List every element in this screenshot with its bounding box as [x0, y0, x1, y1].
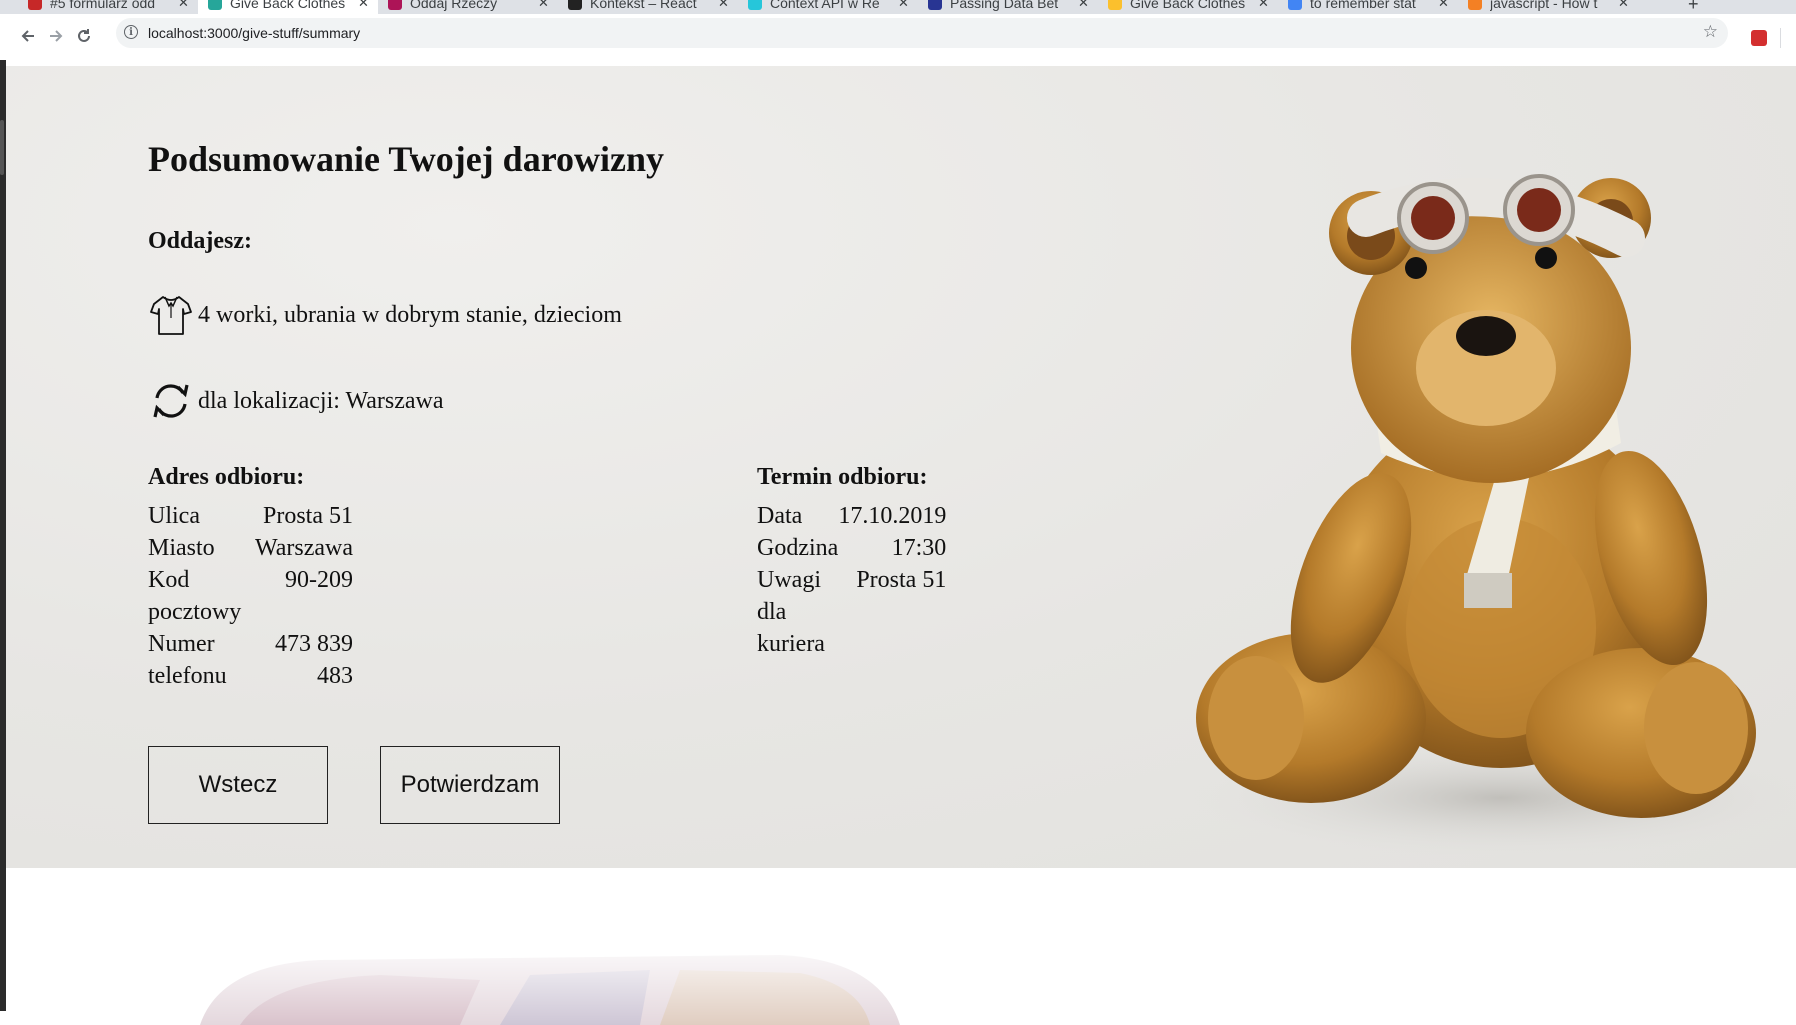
city-value: Warszawa	[254, 535, 353, 561]
confirm-button[interactable]: Potwierdzam	[380, 746, 560, 824]
page: Podsumowanie Twojej darowizny Oddajesz: …	[0, 60, 1796, 1025]
tab-title: Give Back Clothes	[1130, 0, 1246, 11]
url-text[interactable]: localhost:3000/give-stuff/summary	[148, 25, 360, 41]
address-heading: Adres odbioru:	[148, 464, 305, 490]
address-table: Ulica Prosta 51 Miasto Warszawa Kod poczto…	[148, 500, 353, 692]
tab-favicon-icon	[28, 0, 42, 10]
tab-favicon-icon	[388, 0, 402, 10]
date-label: Data	[757, 503, 803, 529]
tab-close-icon[interactable]: ✕	[718, 0, 729, 11]
tab-title: to remember stat	[1310, 0, 1416, 11]
tshirt-icon	[150, 296, 192, 335]
postcode-label: Kod pocztowy	[148, 567, 242, 625]
tab-3[interactable]: Kontekst – React ✕	[558, 0, 738, 14]
tab-favicon-icon	[1108, 0, 1122, 10]
tab-4[interactable]: Context API w Re ✕	[738, 0, 918, 14]
tab-strip: javascript - How t ✕ to remember stat ✕ Give…	[0, 0, 1796, 14]
phone-value: 473 839 483	[275, 631, 353, 689]
phone-label: Numer telefonu	[148, 631, 227, 689]
forward-arrow-icon[interactable]	[44, 24, 68, 48]
notes-value: Prosta 51	[856, 567, 947, 593]
tab-7[interactable]: to remember stat ✕	[1278, 0, 1458, 14]
tab-5[interactable]: Passing Data Bet ✕	[918, 0, 1098, 14]
recycle-icon	[153, 384, 189, 418]
tab-close-icon[interactable]: ✕	[1618, 0, 1629, 11]
tab-close-icon[interactable]: ✕	[178, 0, 189, 11]
time-value: 17:30	[891, 535, 947, 561]
items-text: 4 worki, ubrania w dobrym stanie, dzieci…	[198, 301, 622, 328]
browser-toolbar: i localhost:3000/give-stuff/summary ☆	[0, 14, 1796, 60]
tab-favicon-icon	[208, 0, 222, 10]
teddy-bear-image	[1191, 174, 1796, 858]
tab-6[interactable]: Give Back Clothes ✕	[1098, 0, 1278, 14]
table-row: Godzina 17:30	[757, 532, 946, 564]
table-row: Ulica Prosta 51	[148, 500, 353, 532]
scroll-nub	[0, 120, 4, 175]
table-row: Uwagi dla kuriera Prosta 51	[757, 564, 946, 660]
tab-title: Passing Data Bet	[950, 0, 1059, 11]
giving-label: Oddajesz:	[148, 228, 252, 254]
tab-title: Context API w Re	[770, 0, 880, 11]
reload-icon[interactable]	[72, 24, 96, 48]
toolbar-divider	[1780, 28, 1781, 48]
location-row: dla lokalizacji: Warszawa	[148, 378, 444, 424]
clothes-pile-image	[180, 935, 900, 1025]
tab-title: Kontekst – React	[590, 0, 697, 11]
tab-2[interactable]: Oddaj Rzeczy ✕	[378, 0, 558, 14]
time-label: Godzina	[757, 535, 839, 561]
notes-label: Uwagi dla kuriera	[757, 567, 825, 657]
street-value: Prosta 51	[263, 503, 353, 529]
postcode-value: 90-209	[285, 567, 353, 593]
tab-favicon-icon	[928, 0, 942, 10]
tab-close-icon[interactable]: ✕	[358, 0, 369, 11]
page-title: Podsumowanie Twojej darowizny	[148, 139, 665, 179]
tab-0[interactable]: #5 formularz odd ✕	[18, 0, 198, 14]
back-arrow-icon[interactable]	[16, 24, 40, 48]
street-label: Ulica	[148, 503, 200, 529]
back-button[interactable]: Wstecz	[148, 746, 328, 824]
tab-title: Give Back Clothes	[230, 0, 346, 11]
city-label: Miasto	[148, 535, 215, 561]
table-row: Numer telefonu 473 839 483	[148, 628, 353, 692]
tab-close-icon[interactable]: ✕	[1078, 0, 1089, 11]
table-row: Data 17.10.2019	[757, 500, 946, 532]
tab-favicon-icon	[568, 0, 582, 10]
tab-favicon-icon	[1468, 0, 1482, 10]
extension-icon[interactable]	[1751, 30, 1767, 46]
tab-close-icon[interactable]: ✕	[898, 0, 909, 11]
tab-close-icon[interactable]: ✕	[538, 0, 549, 11]
tab-title: #5 formularz odd	[50, 0, 156, 11]
tab-title: javascript - How t	[1490, 0, 1598, 11]
tab-title: Oddaj Rzeczy	[410, 0, 498, 11]
tab-8[interactable]: javascript - How t ✕	[1458, 0, 1638, 14]
tab-favicon-icon	[1288, 0, 1302, 10]
pickup-heading: Termin odbioru:	[757, 464, 928, 490]
minimize-button[interactable]: –	[1768, 0, 1777, 8]
date-value: 17.10.2019	[838, 503, 947, 529]
location-text: dla lokalizacji: Warszawa	[198, 387, 444, 414]
star-icon[interactable]: ☆	[1703, 22, 1718, 42]
items-row: 4 worki, ubrania w dobrym stanie, dzieci…	[148, 292, 622, 338]
table-row: Kod pocztowy 90-209	[148, 564, 353, 628]
summary-section: Podsumowanie Twojej darowizny Oddajesz: …	[6, 66, 1796, 868]
tab-favicon-icon	[748, 0, 762, 10]
tab-1[interactable]: Give Back Clothes ✕	[198, 0, 378, 14]
address-bar[interactable]: i localhost:3000/give-stuff/summary ☆	[116, 18, 1728, 48]
info-icon[interactable]: i	[124, 25, 138, 39]
tab-close-icon[interactable]: ✕	[1438, 0, 1449, 11]
table-row: Miasto Warszawa	[148, 532, 353, 564]
tab-close-icon[interactable]: ✕	[1258, 0, 1269, 11]
pickup-table: Data 17.10.2019 Godzina 17:30 Uwagi dla ku…	[757, 500, 946, 660]
new-tab-button[interactable]: +	[1688, 0, 1699, 14]
